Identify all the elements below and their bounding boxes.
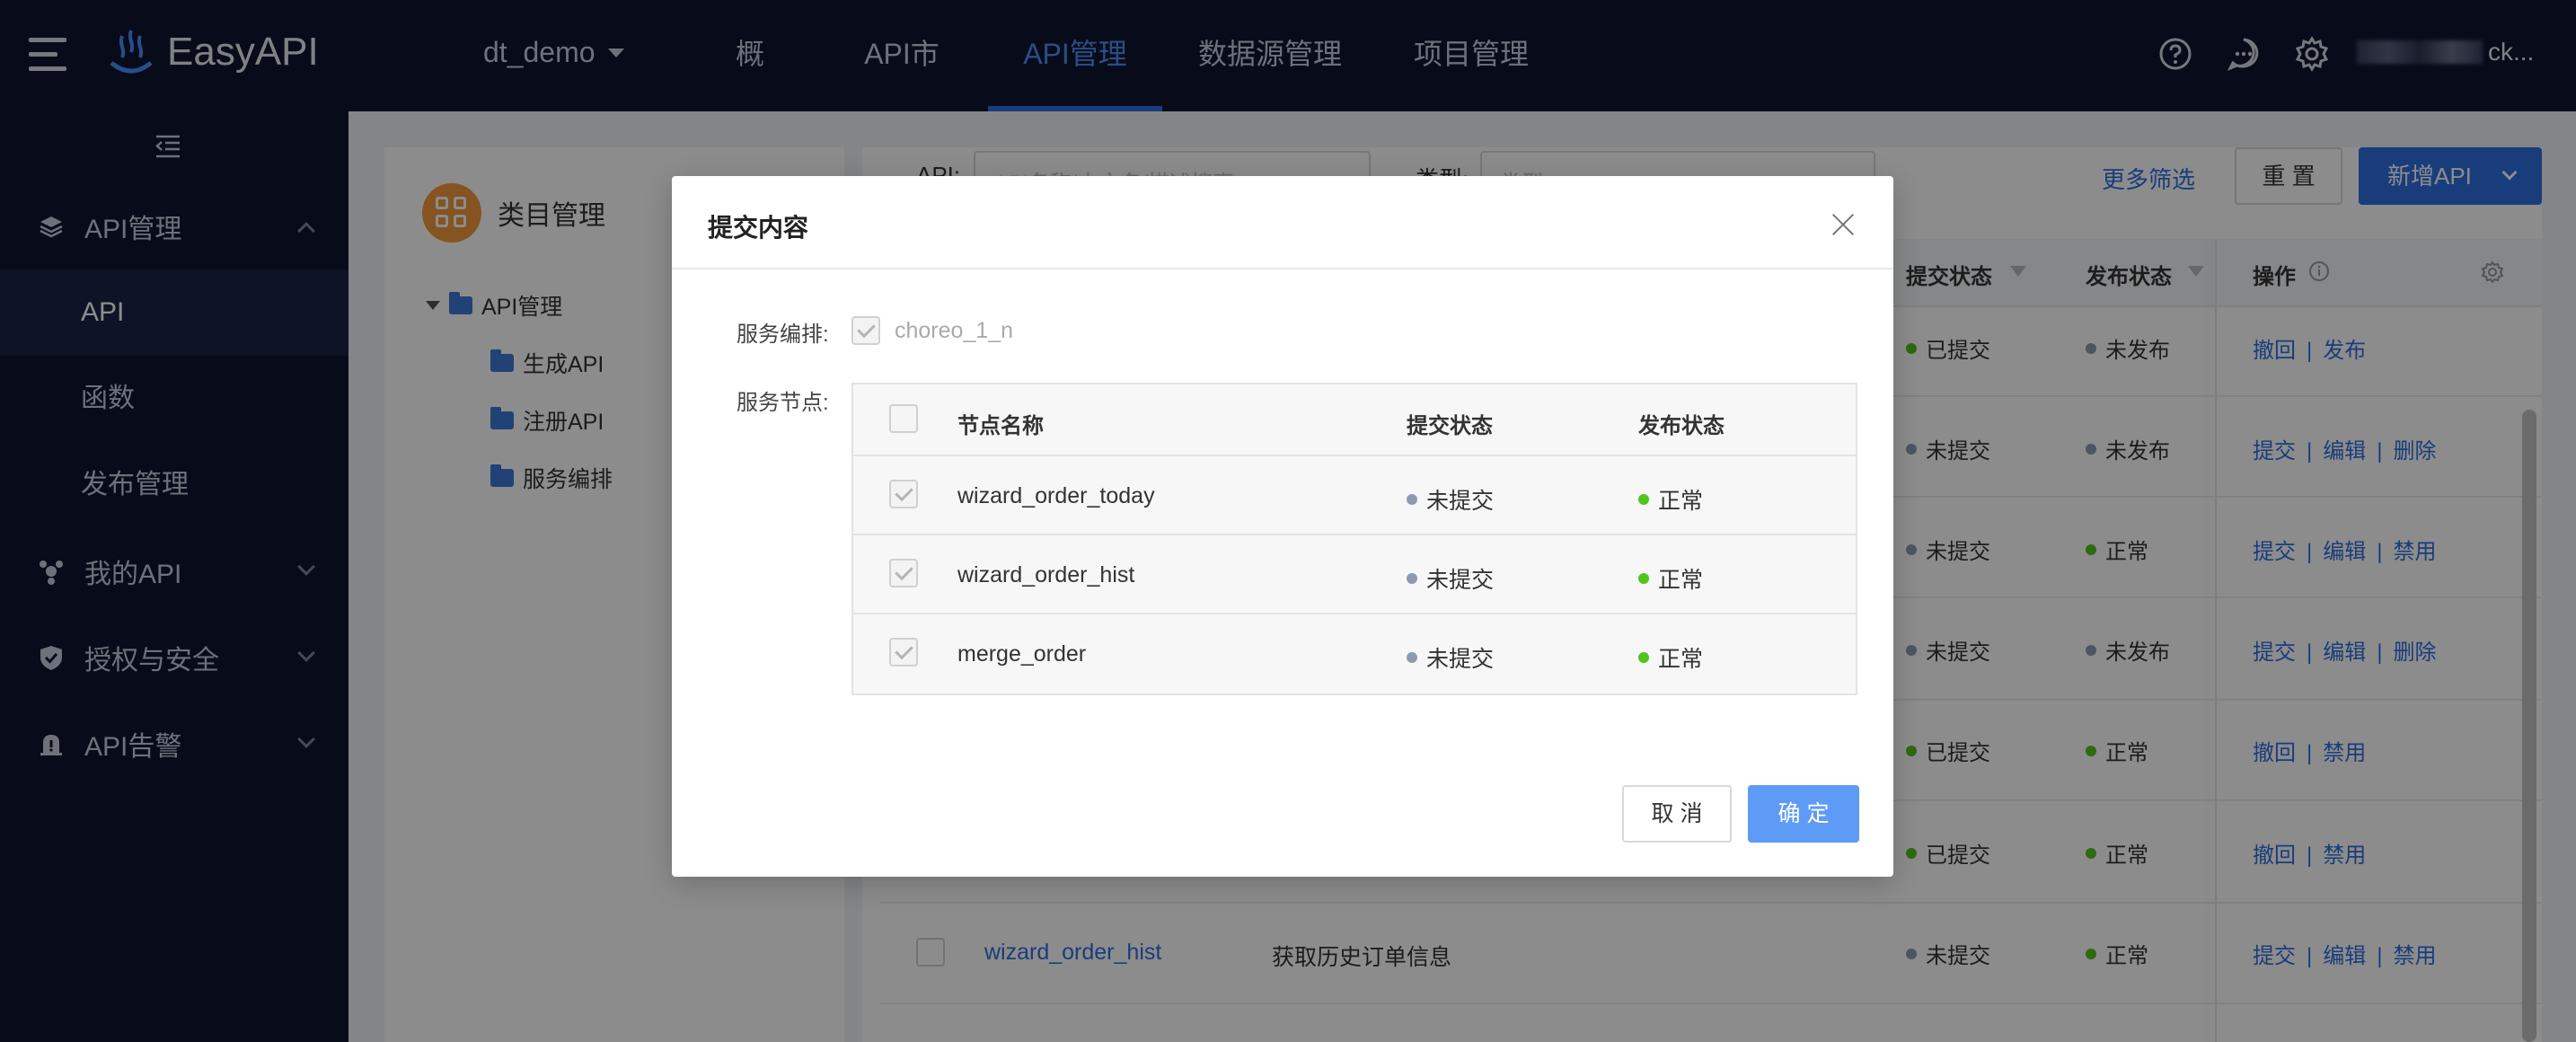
status-text: 正常 [1658, 568, 1704, 593]
submit-status: 未提交 [1407, 562, 1494, 595]
status-dot [1638, 494, 1649, 505]
table-row: wizard_order_hist 未提交 正常 [853, 535, 1856, 614]
submit-status: 未提交 [1407, 483, 1494, 516]
row-checkbox[interactable] [889, 638, 918, 667]
node-name: wizard_order_hist [957, 562, 1135, 587]
modal-divider [672, 268, 1893, 269]
modal-title: 提交内容 [708, 214, 809, 242]
status-dot [1407, 573, 1417, 584]
status-dot [1407, 652, 1417, 663]
publish-status: 正常 [1638, 562, 1703, 595]
th-submit-status: 提交状态 [1407, 414, 1493, 438]
service-checkbox[interactable] [851, 316, 880, 345]
select-all-checkbox[interactable] [889, 404, 918, 433]
row-checkbox[interactable] [889, 559, 918, 587]
table-row: merge_order 未提交 正常 [853, 614, 1856, 693]
publish-status: 正常 [1638, 641, 1703, 674]
status-text: 正常 [1658, 647, 1704, 672]
status-dot [1407, 494, 1417, 505]
submit-status: 未提交 [1407, 641, 1494, 674]
th-node-name: 节点名称 [957, 414, 1044, 438]
nodes-table: 节点名称 提交状态 发布状态 wizard_order_today 未提交 正常… [851, 383, 1857, 695]
publish-status: 正常 [1638, 483, 1703, 516]
confirm-button[interactable]: 确 定 [1748, 785, 1859, 843]
status-text: 正常 [1658, 489, 1704, 514]
status-dot [1638, 652, 1649, 663]
nodes-table-header: 节点名称 提交状态 发布状态 [853, 384, 1856, 456]
node-name: wizard_order_today [957, 483, 1155, 508]
status-text: 未提交 [1426, 647, 1495, 672]
table-row: wizard_order_today 未提交 正常 [853, 456, 1856, 535]
close-icon[interactable] [1831, 212, 1856, 237]
submit-content-modal: 提交内容 服务编排: choreo_1_n 服务节点: 节点名称 提交状态 发布… [672, 176, 1893, 877]
row-checkbox[interactable] [889, 480, 918, 508]
th-publish-status: 发布状态 [1638, 414, 1725, 438]
service-value: choreo_1_n [895, 318, 1014, 343]
nodes-label: 服务节点: [737, 391, 829, 415]
status-text: 未提交 [1426, 568, 1495, 593]
cancel-button[interactable]: 取 消 [1622, 785, 1732, 843]
node-name: merge_order [957, 641, 1087, 667]
status-dot [1638, 573, 1649, 584]
service-label: 服务编排: [737, 322, 829, 347]
status-text: 未提交 [1426, 489, 1495, 514]
